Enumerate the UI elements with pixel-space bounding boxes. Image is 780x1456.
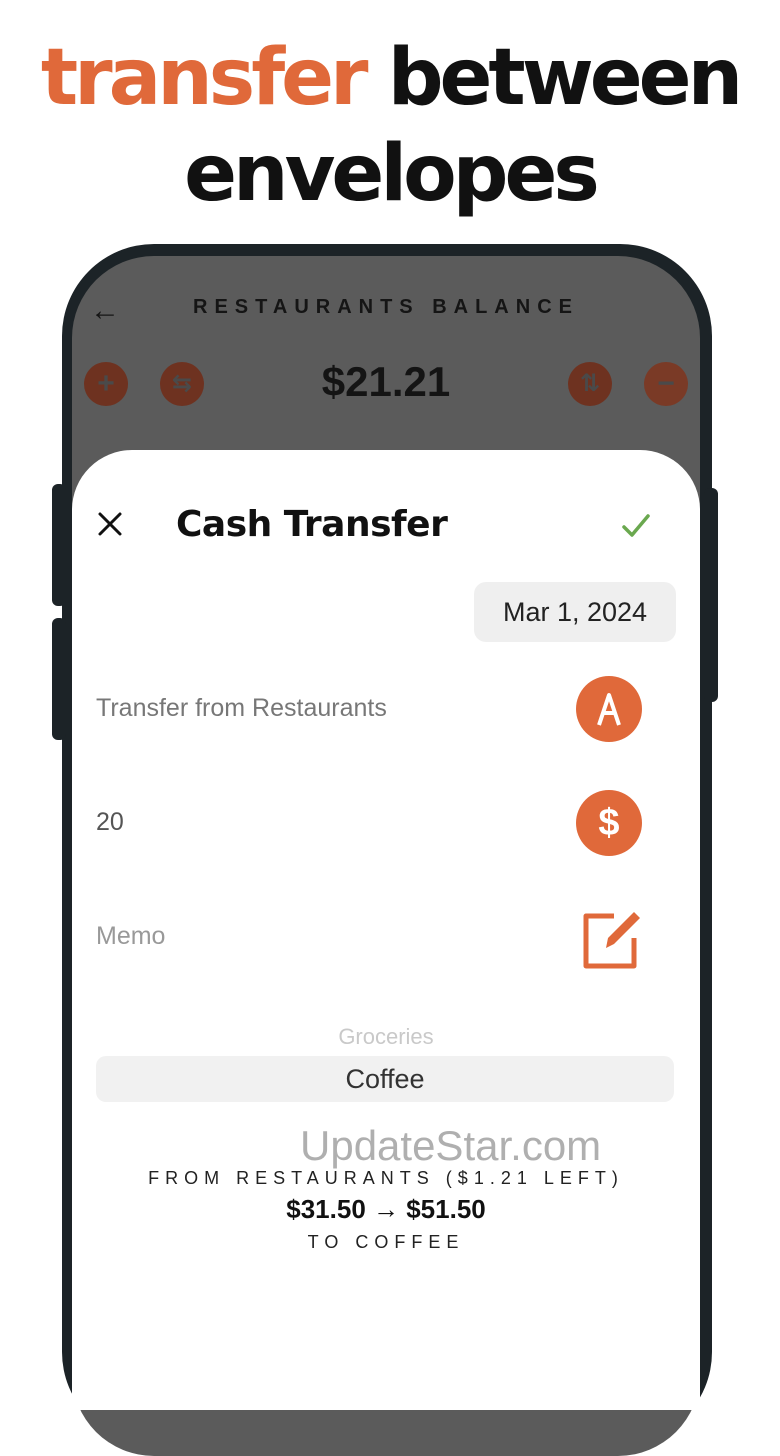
summary-amount: $31.50 → $51.50 xyxy=(286,1194,486,1224)
summary-to: TO COFFEE xyxy=(307,1232,465,1252)
phone-side-button-left-2 xyxy=(52,618,66,740)
screen-title: RESTAURANTS BALANCE xyxy=(193,296,579,318)
letter-a-icon xyxy=(597,693,621,726)
headline-accent: transfer xyxy=(40,33,369,123)
summary-from: FROM RESTAURANTS ($1.21 LEFT) xyxy=(148,1168,624,1188)
close-icon[interactable] xyxy=(96,510,124,538)
sort-icon[interactable]: ⇅ xyxy=(568,362,612,406)
picker-option-faded[interactable]: Groceries xyxy=(72,1024,700,1046)
memo-field[interactable]: Memo xyxy=(96,922,165,951)
phone-side-button-left-1 xyxy=(52,484,66,606)
sheet-title: Cash Transfer xyxy=(176,504,448,545)
minus-icon[interactable]: − xyxy=(644,362,688,406)
headline-line-1: transfer between xyxy=(0,30,780,126)
watermark: UpdateStar.com xyxy=(300,1122,602,1169)
transfer-from-label[interactable]: Transfer from Restaurants xyxy=(96,694,387,723)
edit-memo-icon[interactable] xyxy=(578,908,644,974)
envelope-source-icon[interactable] xyxy=(576,676,642,742)
headline-line-2: envelopes xyxy=(184,129,600,219)
headline: transfer between envelopes xyxy=(0,30,780,222)
amount-field[interactable]: 20 xyxy=(96,808,124,837)
cash-transfer-sheet: Cash Transfer Mar 1, 2024 Transfer from … xyxy=(72,450,700,1410)
picker-option-selected[interactable]: Coffee xyxy=(96,1056,674,1102)
dollar-icon[interactable]: $ xyxy=(576,790,642,856)
confirm-check-icon[interactable] xyxy=(620,510,652,542)
phone-side-button-right xyxy=(704,488,718,702)
date-picker-button[interactable]: Mar 1, 2024 xyxy=(474,582,676,642)
headline-rest: between xyxy=(387,33,743,123)
